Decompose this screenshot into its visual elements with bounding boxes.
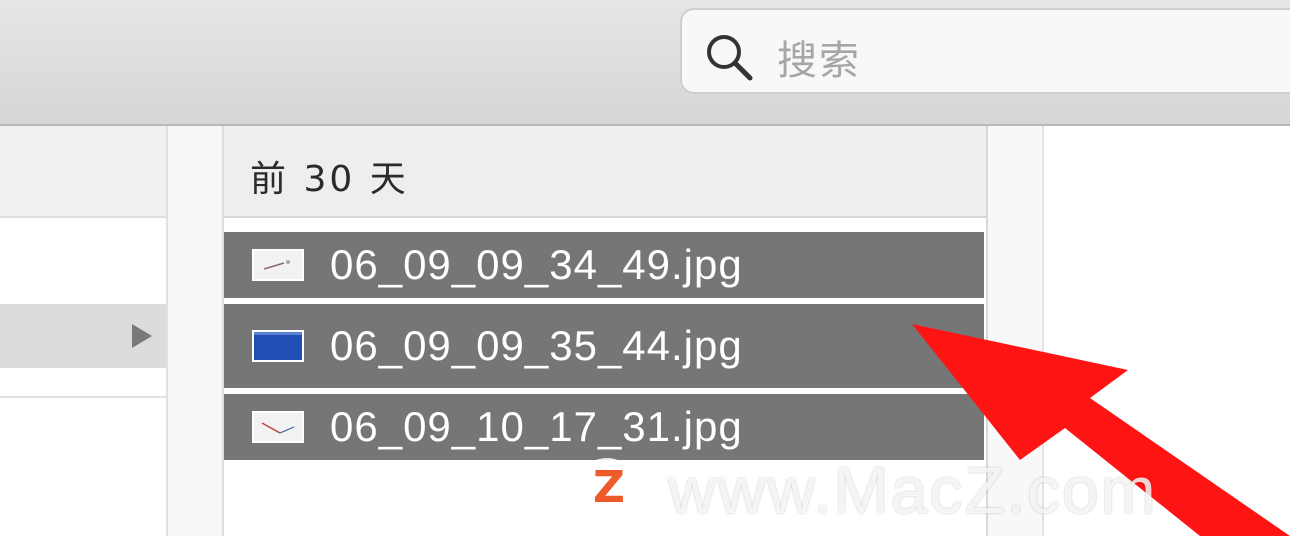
magnifier-icon — [707, 35, 753, 81]
screenshot-thumbnail-icon — [252, 249, 304, 281]
sidebar-selected-row[interactable] — [0, 304, 166, 368]
sidebar-column — [0, 126, 168, 538]
section-header-label: 前 30 天 — [250, 159, 409, 200]
column-divider[interactable] — [168, 126, 224, 536]
window-toolbar: 搜索 — [0, 0, 1290, 126]
screenshot-thumbnail-icon — [252, 411, 304, 443]
sidebar-list-lower — [0, 396, 166, 538]
disclosure-triangle-icon — [132, 324, 152, 348]
file-name: 06_09_09_35_44.jpg — [330, 322, 743, 369]
sidebar-header — [0, 126, 166, 218]
file-row[interactable]: 06_09_10_17_31.jpg — [224, 394, 984, 460]
file-name: 06_09_09_34_49.jpg — [330, 241, 743, 288]
watermark-text: www.MacZ.com — [668, 453, 1158, 527]
file-row[interactable]: 06_09_09_35_44.jpg — [224, 304, 984, 388]
file-name: 06_09_10_17_31.jpg — [330, 403, 743, 450]
watermark-logo-letter: Z — [593, 462, 625, 513]
watermark: Z www.MacZ.com — [576, 452, 1276, 528]
file-row[interactable]: 06_09_09_34_49.jpg — [224, 232, 984, 298]
search-placeholder: 搜索 — [777, 38, 861, 84]
search-field[interactable]: 搜索 — [680, 8, 1290, 94]
screenshot-thumbnail-icon — [252, 330, 304, 362]
watermark-logo: Z — [576, 458, 638, 520]
section-header: 前 30 天 — [224, 126, 986, 218]
